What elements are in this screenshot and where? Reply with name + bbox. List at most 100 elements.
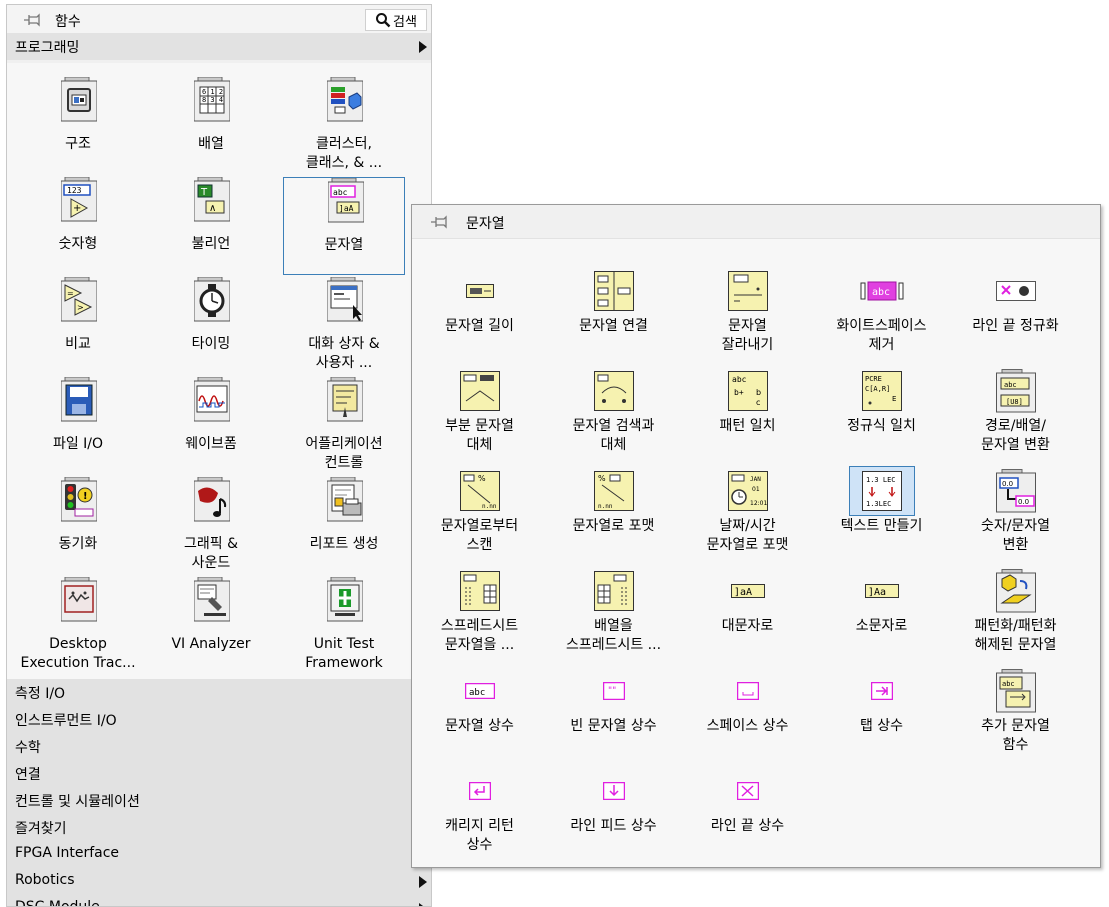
palette-item-graphics-sound[interactable]: 그래픽 & 사운드 [150, 477, 272, 575]
palette-item-unit-test[interactable]: Unit Test Framework [283, 577, 405, 675]
normalize-eol-icon [984, 267, 1048, 315]
category-robotics[interactable]: Robotics [7, 868, 431, 895]
string-length-function[interactable]: 문자열 길이 [412, 267, 547, 365]
replace-substring-function[interactable]: 부분 문자열 대체 [412, 367, 547, 465]
report-printer-icon [327, 477, 363, 527]
function-label: 경로/배열/ 문자열 변환 [981, 418, 1050, 453]
end-of-line-icon [716, 767, 780, 815]
palette-item-structures[interactable]: 구조 [17, 77, 139, 175]
function-label: 문자열로 포맷 [572, 518, 655, 534]
format-date-time-function[interactable]: JAN 01 12:01 날짜/시간 문자열로 포맷 [680, 467, 815, 565]
palette-item-label: 파일 I/O [52, 436, 104, 452]
carriage-return-constant[interactable]: 캐리지 리턴 상수 [412, 767, 547, 865]
array-icon: 6 1 28 3 4 [194, 77, 230, 127]
line-feed-icon [582, 767, 646, 815]
dialog-icon [327, 277, 363, 327]
palette-item-vi-analyzer[interactable]: VI Analyzer [150, 577, 272, 675]
to-upper-case-function[interactable]: ]aA 대문자로 [680, 567, 815, 665]
palette-item-label: 그래픽 & 사운드 [183, 536, 238, 571]
category-favorites[interactable]: 즐겨찾기 [7, 814, 431, 841]
palette-item-boolean[interactable]: T ∧ 불리언 [150, 177, 272, 275]
palette-item-file-io[interactable]: 파일 I/O [17, 377, 139, 475]
palette-item-synchronization[interactable]: ! 동기화 [17, 477, 139, 575]
function-label: 문자열 상수 [445, 718, 514, 734]
scan-from-string-function[interactable]: % n.nn 문자열로부터 스캔 [412, 467, 547, 565]
svg-text:=: = [67, 289, 74, 298]
string-palette-titlebar[interactable]: 문자열 [412, 205, 1100, 239]
graphics-sound-icon [194, 477, 230, 527]
to-lower-case-function[interactable]: ]Aa 소문자로 [814, 567, 949, 665]
function-label: 문자열 검색과 대체 [572, 418, 655, 453]
palette-item-desktop-trace[interactable]: Desktop Execution Trac... [17, 577, 139, 675]
function-label: 라인 끝 정규화 [972, 318, 1059, 334]
category-measurement-io[interactable]: 측정 I/O [7, 679, 431, 706]
svg-text:T: T [200, 187, 208, 198]
svg-text:6 1 2: 6 1 2 [202, 88, 223, 96]
match-pattern-function[interactable]: abc b+ b c 패턴 일치 [680, 367, 815, 465]
search-button[interactable]: 검색 [365, 9, 427, 31]
search-replace-function[interactable]: 문자열 검색과 대체 [546, 367, 681, 465]
path-array-string-conversion-function[interactable]: abc [U8] 경로/배열/ 문자열 변환 [948, 367, 1083, 465]
palette-item-label: 대화 상자 & 사용자 ... [308, 336, 380, 371]
category-connectivity[interactable]: 연결 [7, 760, 431, 787]
palette-item-cluster[interactable]: 클러스터, 클래스, & ... [283, 77, 405, 175]
additional-string-functions[interactable]: abc 추가 문자열 함수 [948, 667, 1083, 765]
replace-substring-icon [448, 367, 512, 415]
trim-whitespace-function[interactable]: abc 화이트스페이스 제거 [814, 267, 949, 365]
functions-palette: 함수 검색 프로그래밍 구조 6 1 28 3 4 배열 클러스터, 클래스, … [6, 4, 432, 907]
category-instrument-io[interactable]: 인스트루먼트 I/O [7, 706, 431, 733]
empty-string-constant[interactable]: "" 빈 문자열 상수 [546, 667, 681, 765]
category-label: Robotics [15, 872, 75, 888]
palette-item-string[interactable]: abc]aA 문자열 [283, 177, 405, 275]
function-label: 추가 문자열 함수 [981, 718, 1050, 753]
palette-item-dialog[interactable]: 대화 상자 & 사용자 ... [283, 277, 405, 375]
svg-text:n.nn: n.nn [598, 503, 613, 510]
format-into-string-function[interactable]: % n.nn 문자열로 포맷 [546, 467, 681, 565]
function-label: 패턴화/패턴화 해제된 문자열 [974, 618, 1057, 653]
string-constant[interactable]: abc 문자열 상수 [412, 667, 547, 765]
search-icon [375, 12, 391, 28]
number-string-conversion-function[interactable]: 0.0 0.0 숫자/문자열 변환 [948, 467, 1083, 565]
palette-item-report[interactable]: 리포트 생성 [283, 477, 405, 575]
palette-item-waveform[interactable]: 웨이브폼 [150, 377, 272, 475]
line-feed-constant[interactable]: 라인 피드 상수 [546, 767, 681, 865]
string-subset-function[interactable]: 문자열 잘라내기 [680, 267, 815, 365]
microscope-icon [194, 577, 230, 627]
tab-constant[interactable]: 탭 상수 [814, 667, 949, 765]
string-constant-icon: abc [448, 667, 512, 715]
palette-item-label: 웨이브폼 [185, 436, 237, 452]
array-to-spreadsheet-string-function[interactable]: 배열을 스프레드시트 ... [546, 567, 681, 665]
category-programming[interactable]: 프로그래밍 [7, 33, 431, 60]
match-regex-function[interactable]: PCRE C[A,R] E 정규식 일치 [814, 367, 949, 465]
function-label: 화이트스페이스 제거 [836, 318, 927, 353]
palette-item-comparison[interactable]: = > 비교 [17, 277, 139, 375]
category-mathematics[interactable]: 수학 [7, 733, 431, 760]
svg-text:b+: b+ [734, 388, 744, 397]
normalize-eol-function[interactable]: 라인 끝 정규화 [948, 267, 1083, 365]
category-fpga-interface[interactable]: FPGA Interface [7, 841, 431, 868]
space-constant[interactable]: 스페이스 상수 [680, 667, 815, 765]
category-label: 연결 [15, 767, 41, 783]
palette-item-label: 동기화 [58, 536, 98, 552]
palette-item-label: 불리언 [191, 236, 231, 252]
concatenate-strings-function[interactable]: 문자열 연결 [546, 267, 681, 365]
pin-icon[interactable] [430, 214, 448, 230]
spreadsheet-string-to-array-function[interactable]: 스프레드시트 문자열을 ... [412, 567, 547, 665]
end-of-line-constant[interactable]: 라인 끝 상수 [680, 767, 815, 865]
to-lower-case-icon: ]Aa [850, 567, 914, 615]
palette-item-array[interactable]: 6 1 28 3 4 배열 [150, 77, 272, 175]
svg-text:1.3 LEC: 1.3 LEC [866, 476, 896, 484]
palette-item-label: 비교 [65, 336, 91, 352]
flatten-unflatten-string-function[interactable]: 패턴화/패턴화 해제된 문자열 [948, 567, 1083, 665]
build-text-function[interactable]: 1.3 LEC 1.3LEC 텍스트 만들기 [814, 466, 949, 565]
category-control-simulation[interactable]: 컨트롤 및 시뮬레이션 [7, 787, 431, 814]
function-label: 라인 끝 상수 [710, 818, 785, 834]
pin-icon[interactable] [23, 12, 41, 28]
palette-item-timing[interactable]: 타이밍 [150, 277, 272, 375]
palette-item-numeric[interactable]: 123 + 숫자형 [17, 177, 139, 275]
functions-palette-titlebar[interactable]: 함수 검색 [7, 5, 431, 35]
svg-text:E: E [892, 395, 896, 403]
palette-item-app-control[interactable]: 어플리케이션 컨트롤 [283, 377, 405, 475]
numeric-icon: 123 + [61, 177, 97, 227]
category-dsc-module[interactable]: DSC Module [7, 895, 431, 906]
